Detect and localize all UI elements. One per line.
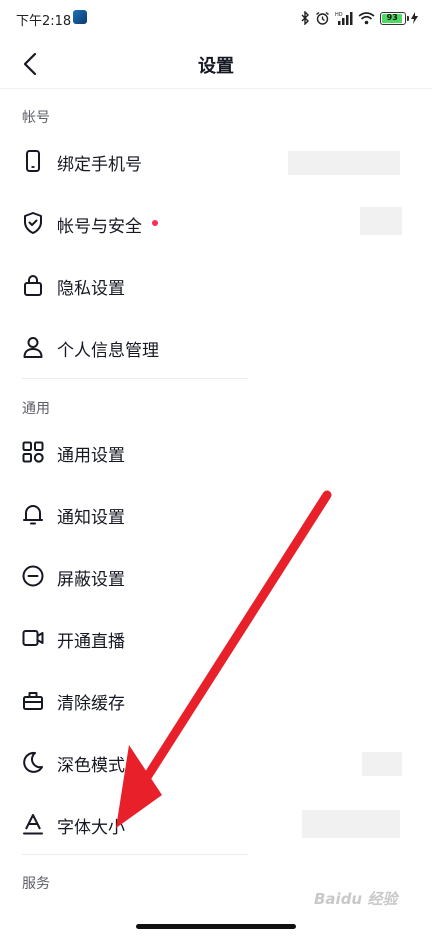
setting-item-account-security[interactable]: 帐号与安全 [0, 193, 432, 255]
wifi-icon [358, 12, 375, 25]
setting-item-label: 通用设置 [57, 446, 125, 466]
font-size-icon [23, 814, 43, 835]
nav-divider [0, 88, 432, 89]
setting-item-block[interactable]: 屏蔽设置 [0, 546, 432, 608]
blurred-value [360, 207, 402, 235]
setting-item-live[interactable]: 开通直播 [0, 608, 432, 670]
setting-item-label: 隐私设置 [57, 279, 125, 299]
page-title: 设置 [198, 56, 234, 77]
home-indicator[interactable] [136, 924, 296, 929]
section-header-account: 帐号 [22, 110, 50, 126]
toolbox-icon [23, 692, 43, 710]
status-bar: 下午2:18 HD 93 [0, 0, 432, 38]
setting-item-label: 通知设置 [57, 508, 125, 528]
notification-dot [152, 220, 158, 226]
battery-icon: 93 [380, 11, 409, 25]
setting-item-general-settings[interactable]: 通用设置 [0, 422, 432, 484]
signal-icon: HD [335, 12, 353, 25]
alarm-icon [316, 11, 329, 25]
phone-icon [26, 150, 40, 172]
setting-item-personal-info[interactable]: 个人信息管理 [0, 317, 432, 379]
status-time: 下午2:18 [16, 14, 72, 29]
bluetooth-icon [301, 11, 309, 25]
person-icon [23, 337, 43, 358]
section-header-general: 通用 [22, 401, 50, 417]
setting-item-notification[interactable]: 通知设置 [0, 484, 432, 546]
setting-item-dark-mode[interactable]: 深色模式 [0, 732, 432, 794]
nav-bar: 设置 [0, 38, 432, 90]
video-camera-icon [22, 630, 44, 646]
setting-item-clear-cache[interactable]: 清除缓存 [0, 670, 432, 732]
setting-item-label: 字体大小 [57, 818, 125, 838]
setting-item-bind-phone[interactable]: 绑定手机号 [0, 131, 432, 193]
grid-icon [22, 441, 44, 463]
setting-item-label: 屏蔽设置 [57, 570, 125, 590]
setting-item-font-size[interactable]: 字体大小 [0, 794, 432, 856]
setting-item-label: 清除缓存 [57, 694, 125, 714]
blurred-value [362, 752, 402, 776]
charging-icon [411, 12, 418, 24]
app-notification-icon [73, 10, 87, 24]
lock-icon [24, 275, 42, 296]
setting-item-privacy[interactable]: 隐私设置 [0, 255, 432, 317]
status-icons: HD 93 [300, 10, 418, 26]
shield-check-icon [24, 212, 42, 234]
setting-item-label: 深色模式 [57, 756, 125, 776]
baidu-watermark: Baidu 经验 [314, 890, 398, 908]
blurred-value [302, 810, 400, 838]
section-header-services: 服务 [22, 876, 50, 892]
blurred-value [288, 151, 400, 175]
setting-item-label: 绑定手机号 [57, 155, 142, 175]
moon-icon [23, 751, 43, 773]
section-divider [22, 854, 248, 855]
setting-item-label: 帐号与安全 [57, 217, 142, 237]
bell-icon [23, 505, 43, 525]
section-divider [22, 378, 248, 379]
svg-text:HD: HD [335, 12, 343, 18]
block-icon [22, 565, 44, 587]
battery-level: 93 [382, 13, 403, 23]
setting-item-label: 开通直播 [57, 632, 125, 652]
setting-item-label: 个人信息管理 [57, 341, 159, 361]
